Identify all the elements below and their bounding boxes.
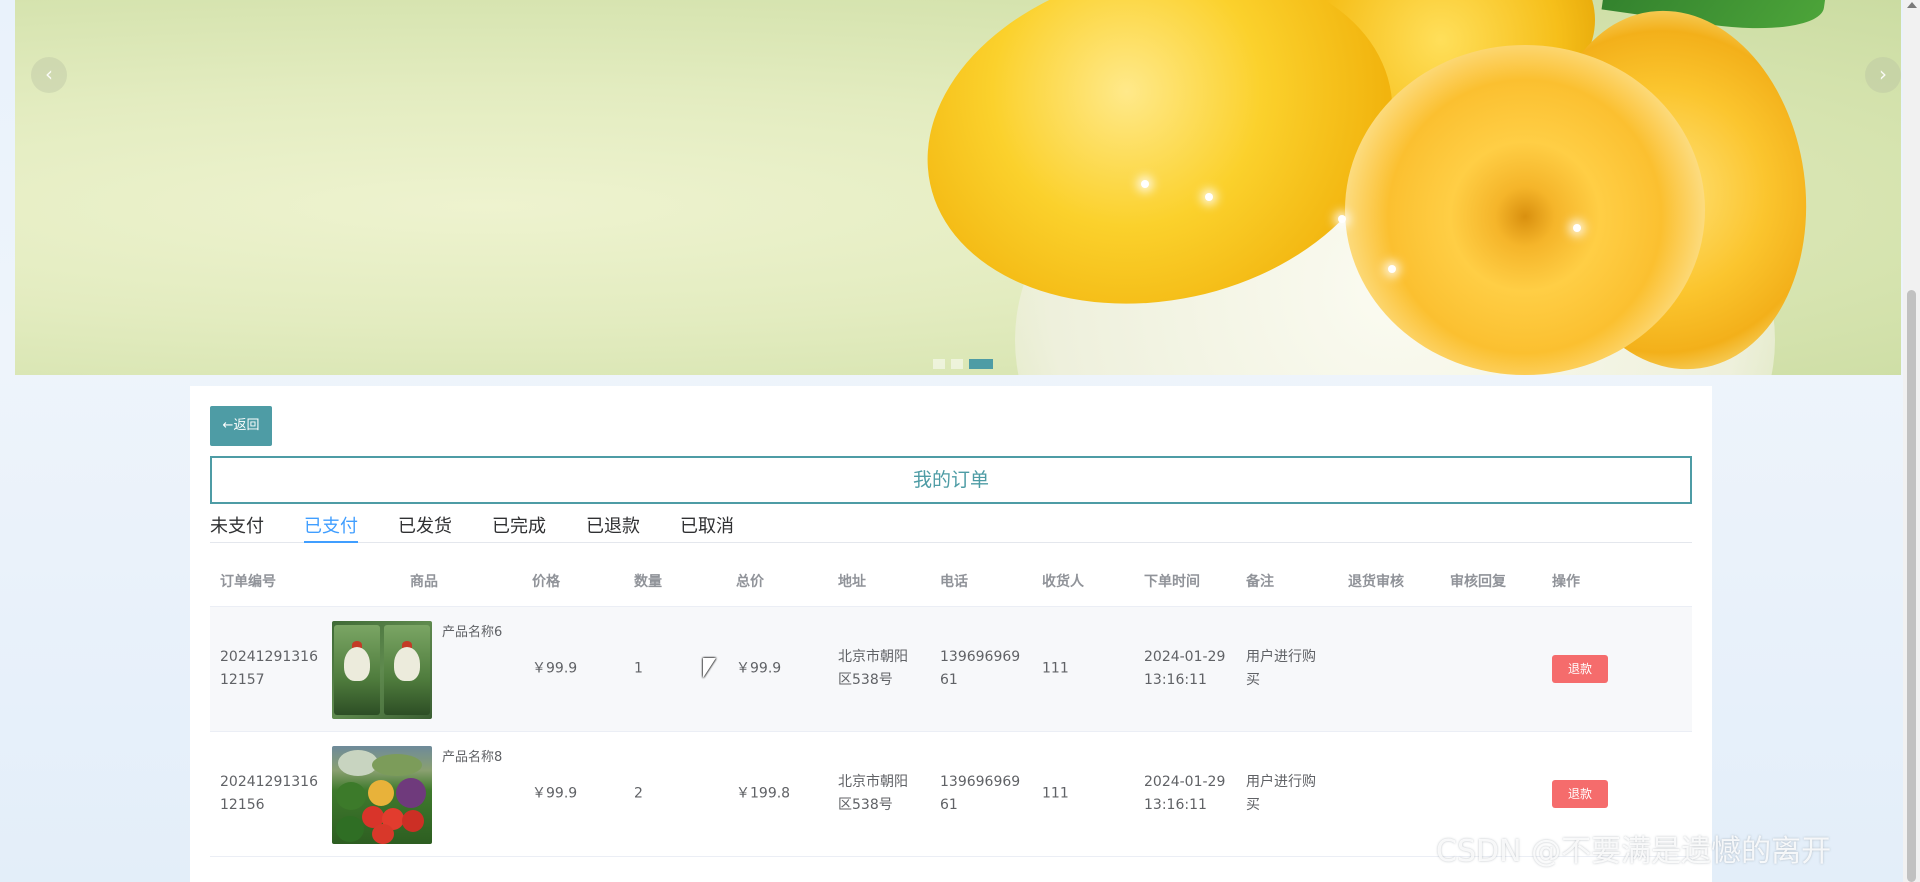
product-package <box>384 625 430 715</box>
phone-cell: 139696969 61 <box>940 646 1030 692</box>
col-header-note: 备注 <box>1246 574 1274 590</box>
price-cell: ￥99.9 <box>532 785 578 802</box>
product-image[interactable] <box>332 621 432 719</box>
tab-cancelled[interactable]: 已取消 <box>680 512 734 542</box>
banner-sparkle <box>1388 265 1396 273</box>
col-header-order-time: 下单时间 <box>1144 574 1200 590</box>
product-package-bird <box>344 647 370 681</box>
order-id: 20241291316 12157 <box>220 646 320 692</box>
order-clock-time: 13:16:11 <box>1144 797 1207 813</box>
note-line: 用户进行购 <box>1246 649 1316 665</box>
scroll-up-arrow-icon[interactable] <box>1907 2 1917 8</box>
order-id-line: 12156 <box>220 797 265 813</box>
tab-shipped[interactable]: 已发货 <box>398 512 452 542</box>
col-header-actions: 操作 <box>1552 574 1580 590</box>
banner-sparkle <box>1573 224 1581 232</box>
refund-button[interactable]: 退款 <box>1552 780 1608 808</box>
banner-lemon-slice-front <box>1345 45 1705 375</box>
total-cell: ￥199.8 <box>736 785 791 802</box>
note-line: 买 <box>1246 672 1260 688</box>
tab-unpaid[interactable]: 未支付 <box>210 512 264 542</box>
carousel-dot-2[interactable] <box>951 359 963 369</box>
carousel-dot-1[interactable] <box>933 359 945 369</box>
mouse-cursor-icon <box>703 658 716 678</box>
order-time-cell: 2024-01-29 13:16:11 <box>1144 646 1234 692</box>
price-cell: ￥99.9 <box>532 660 578 677</box>
note-cell: 用户进行购 买 <box>1246 646 1336 692</box>
col-header-address: 地址 <box>838 574 866 590</box>
phone-line: 139696969 <box>940 774 1021 790</box>
product-name[interactable]: 产品名称8 <box>442 746 502 765</box>
page-scrollbar[interactable] <box>1903 0 1920 882</box>
product-veg-piece <box>336 782 366 810</box>
product-veg-piece <box>402 810 424 832</box>
phone-line: 139696969 <box>940 649 1021 665</box>
product-veg-piece <box>396 778 426 808</box>
recipient-cell: 111 <box>1042 785 1069 802</box>
order-status-tabs: 未支付 已支付 已发货 已完成 已退款 已取消 <box>210 512 1692 543</box>
product-name[interactable]: 产品名称6 <box>442 621 502 640</box>
order-id-line: 20241291316 <box>220 774 318 790</box>
total-cell: ￥99.9 <box>736 660 782 677</box>
address-line: 区538号 <box>838 797 893 813</box>
order-id-line: 20241291316 <box>220 649 318 665</box>
col-header-phone: 电话 <box>940 574 968 590</box>
watermark: CSDN @不要满是遗憾的离开 <box>1436 834 1832 869</box>
product-image[interactable] <box>332 746 432 844</box>
address-line: 区538号 <box>838 672 893 688</box>
order-date: 2024-01-29 <box>1144 649 1226 665</box>
col-header-total: 总价 <box>736 574 764 590</box>
phone-cell: 139696969 61 <box>940 771 1030 817</box>
product-veg-piece <box>372 754 422 776</box>
product-veg-piece <box>372 824 394 844</box>
address-line: 北京市朝阳 <box>838 774 908 790</box>
address-line: 北京市朝阳 <box>838 649 908 665</box>
order-id-line: 12157 <box>220 672 265 688</box>
phone-line: 61 <box>940 672 958 688</box>
product-package-bird <box>394 647 420 681</box>
carousel-prev-button[interactable]: ‹ <box>31 57 67 93</box>
scrollbar-thumb[interactable] <box>1907 290 1916 882</box>
col-header-review-reply: 审核回复 <box>1450 574 1506 590</box>
phone-line: 61 <box>940 797 958 813</box>
table-row: 20241291316 12157 产品名称6 ￥99.9 1 ￥99.9 北京… <box>210 607 1692 732</box>
page-title: 我的订单 <box>210 456 1692 504</box>
col-header-order-id: 订单编号 <box>220 574 276 590</box>
order-date: 2024-01-29 <box>1144 774 1226 790</box>
hero-banner: ‹ › <box>15 0 1901 375</box>
tab-paid[interactable]: 已支付 <box>304 512 358 543</box>
table-header: 订单编号 商品 价格 数量 总价 地址 电话 收货人 下单时间 备注 退货审核 … <box>210 556 1692 607</box>
banner-sparkle <box>1141 180 1149 188</box>
carousel-next-button[interactable]: › <box>1865 57 1901 93</box>
carousel-dot-3[interactable] <box>969 359 993 369</box>
product-veg-piece <box>336 816 364 842</box>
product-package <box>334 625 380 715</box>
col-header-quantity: 数量 <box>634 574 662 590</box>
refund-button[interactable]: 退款 <box>1552 655 1608 683</box>
product-veg-piece <box>368 780 394 806</box>
address-cell: 北京市朝阳 区538号 <box>838 646 928 692</box>
order-time-cell: 2024-01-29 13:16:11 <box>1144 771 1234 817</box>
note-cell: 用户进行购 买 <box>1246 771 1336 817</box>
address-cell: 北京市朝阳 区538号 <box>838 771 928 817</box>
order-clock-time: 13:16:11 <box>1144 672 1207 688</box>
orders-card: ←返回 我的订单 未支付 已支付 已发货 已完成 已退款 已取消 订单编号 商品… <box>190 386 1712 882</box>
col-header-recipient: 收货人 <box>1042 574 1084 590</box>
col-header-refund-review: 退货审核 <box>1348 574 1404 590</box>
quantity-cell: 2 <box>634 785 643 802</box>
banner-sparkle <box>1205 193 1213 201</box>
banner-sparkle <box>1338 215 1346 223</box>
back-button[interactable]: ←返回 <box>210 406 272 446</box>
orders-table: 订单编号 商品 价格 数量 总价 地址 电话 收货人 下单时间 备注 退货审核 … <box>210 556 1692 857</box>
tab-completed[interactable]: 已完成 <box>492 512 546 542</box>
tab-refunded[interactable]: 已退款 <box>586 512 640 542</box>
recipient-cell: 111 <box>1042 660 1069 677</box>
carousel-indicators <box>933 359 993 369</box>
note-line: 买 <box>1246 797 1260 813</box>
col-header-price: 价格 <box>532 574 560 590</box>
note-line: 用户进行购 <box>1246 774 1316 790</box>
order-id: 20241291316 12156 <box>220 771 320 817</box>
